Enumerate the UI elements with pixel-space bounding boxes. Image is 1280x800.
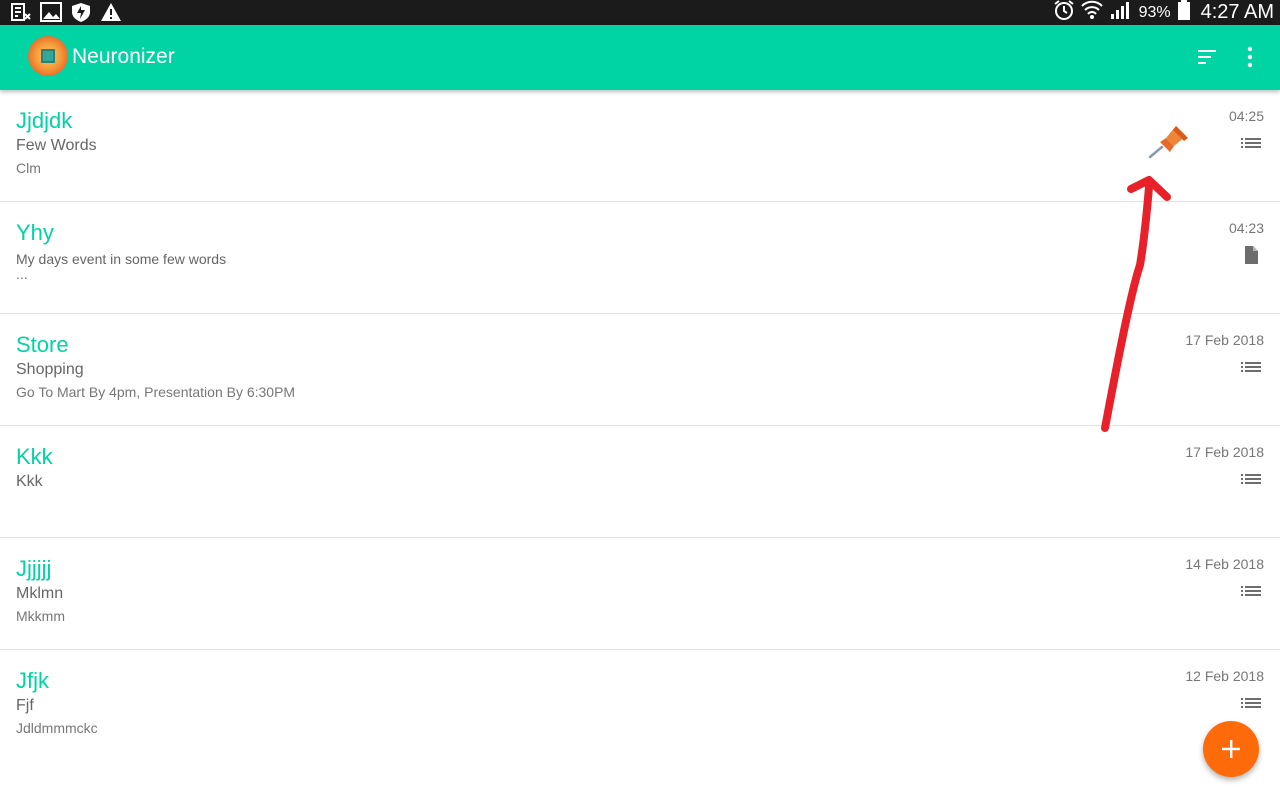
note-title: Yhy: [16, 220, 54, 245]
plus-icon: [1222, 740, 1240, 758]
note-subtitle: Few Words: [16, 137, 97, 154]
note-date: 14 Feb 2018: [1185, 556, 1264, 572]
more-options-button[interactable]: [1238, 43, 1262, 71]
list-icon: [1241, 698, 1261, 708]
note-item[interactable]: Jjdjdk Few Words Clm 04:25: [0, 90, 1280, 202]
document-icon: [1245, 246, 1258, 264]
note-item[interactable]: Jfjk Fjf Jdldmmmckc 12 Feb 2018: [0, 650, 1280, 761]
note-title: Jjjjjj: [16, 556, 52, 581]
list-icon: [1241, 586, 1261, 596]
add-note-button[interactable]: [1203, 721, 1259, 777]
app-title: Neuronizer: [72, 45, 175, 68]
list-icon: [1241, 362, 1261, 372]
pin-icon: [1148, 126, 1188, 159]
sort-icon: [1198, 50, 1216, 64]
note-date: 04:23: [1228, 220, 1264, 236]
note-body: Go To Mart By 4pm, Presentation By 6:30P…: [16, 384, 296, 400]
app-bar: Neuronizer: [0, 25, 1280, 90]
note-date: 17 Feb 2018: [1185, 332, 1264, 348]
note-title: Jfjk: [16, 668, 49, 693]
note-date: 12 Feb 2018: [1185, 668, 1264, 684]
note-subtitle: Shopping: [16, 361, 84, 378]
note-item[interactable]: Jjjjjj Mklmn Mkkmm 14 Feb 2018: [0, 538, 1280, 650]
note-body: Jdldmmmckc: [16, 720, 98, 736]
note-item[interactable]: Store Shopping Go To Mart By 4pm, Presen…: [0, 314, 1280, 426]
note-subtitle: Kkk: [16, 473, 43, 490]
note-body: ...: [16, 266, 28, 282]
app-logo: [28, 36, 68, 76]
sim-error-icon: [10, 2, 32, 22]
note-title: Jjdjdk: [16, 108, 73, 133]
red-arrow-annotation: [1101, 176, 1171, 432]
list-icon: [1241, 474, 1261, 484]
gallery-icon: [40, 2, 62, 22]
status-time: 4:27 AM: [1200, 1, 1274, 23]
sort-button[interactable]: [1193, 45, 1221, 69]
shield-icon: [70, 2, 92, 22]
note-body: Clm: [16, 160, 41, 176]
note-subtitle: Fjf: [16, 697, 34, 714]
battery-percent: 93%: [1138, 3, 1171, 21]
alarm-icon: [1053, 0, 1075, 26]
note-item[interactable]: Yhy My days event in some few words ... …: [0, 202, 1280, 314]
note-subtitle: My days event in some few words: [16, 251, 227, 267]
warning-icon: [100, 2, 122, 22]
signal-icon: [1109, 0, 1133, 25]
notes-list: Jjdjdk Few Words Clm 04:25 Yhy My days e…: [0, 90, 1280, 761]
wifi-icon: [1080, 0, 1103, 25]
note-title: Store: [16, 332, 69, 357]
note-body: Mkkmm: [16, 608, 65, 624]
battery-icon: [1177, 0, 1191, 26]
note-subtitle: Mklmn: [16, 585, 64, 602]
status-right: 93% 4:27 AM: [1053, 0, 1274, 25]
list-icon: [1241, 138, 1261, 148]
status-left-icons: [10, 2, 122, 22]
more-vert-icon: [1247, 46, 1253, 68]
note-item[interactable]: Kkk Kkk 17 Feb 2018: [0, 426, 1280, 538]
note-date: 04:25: [1228, 108, 1264, 124]
note-date: 17 Feb 2018: [1185, 444, 1264, 460]
status-bar: 93% 4:27 AM: [0, 0, 1280, 25]
note-title: Kkk: [16, 444, 53, 469]
